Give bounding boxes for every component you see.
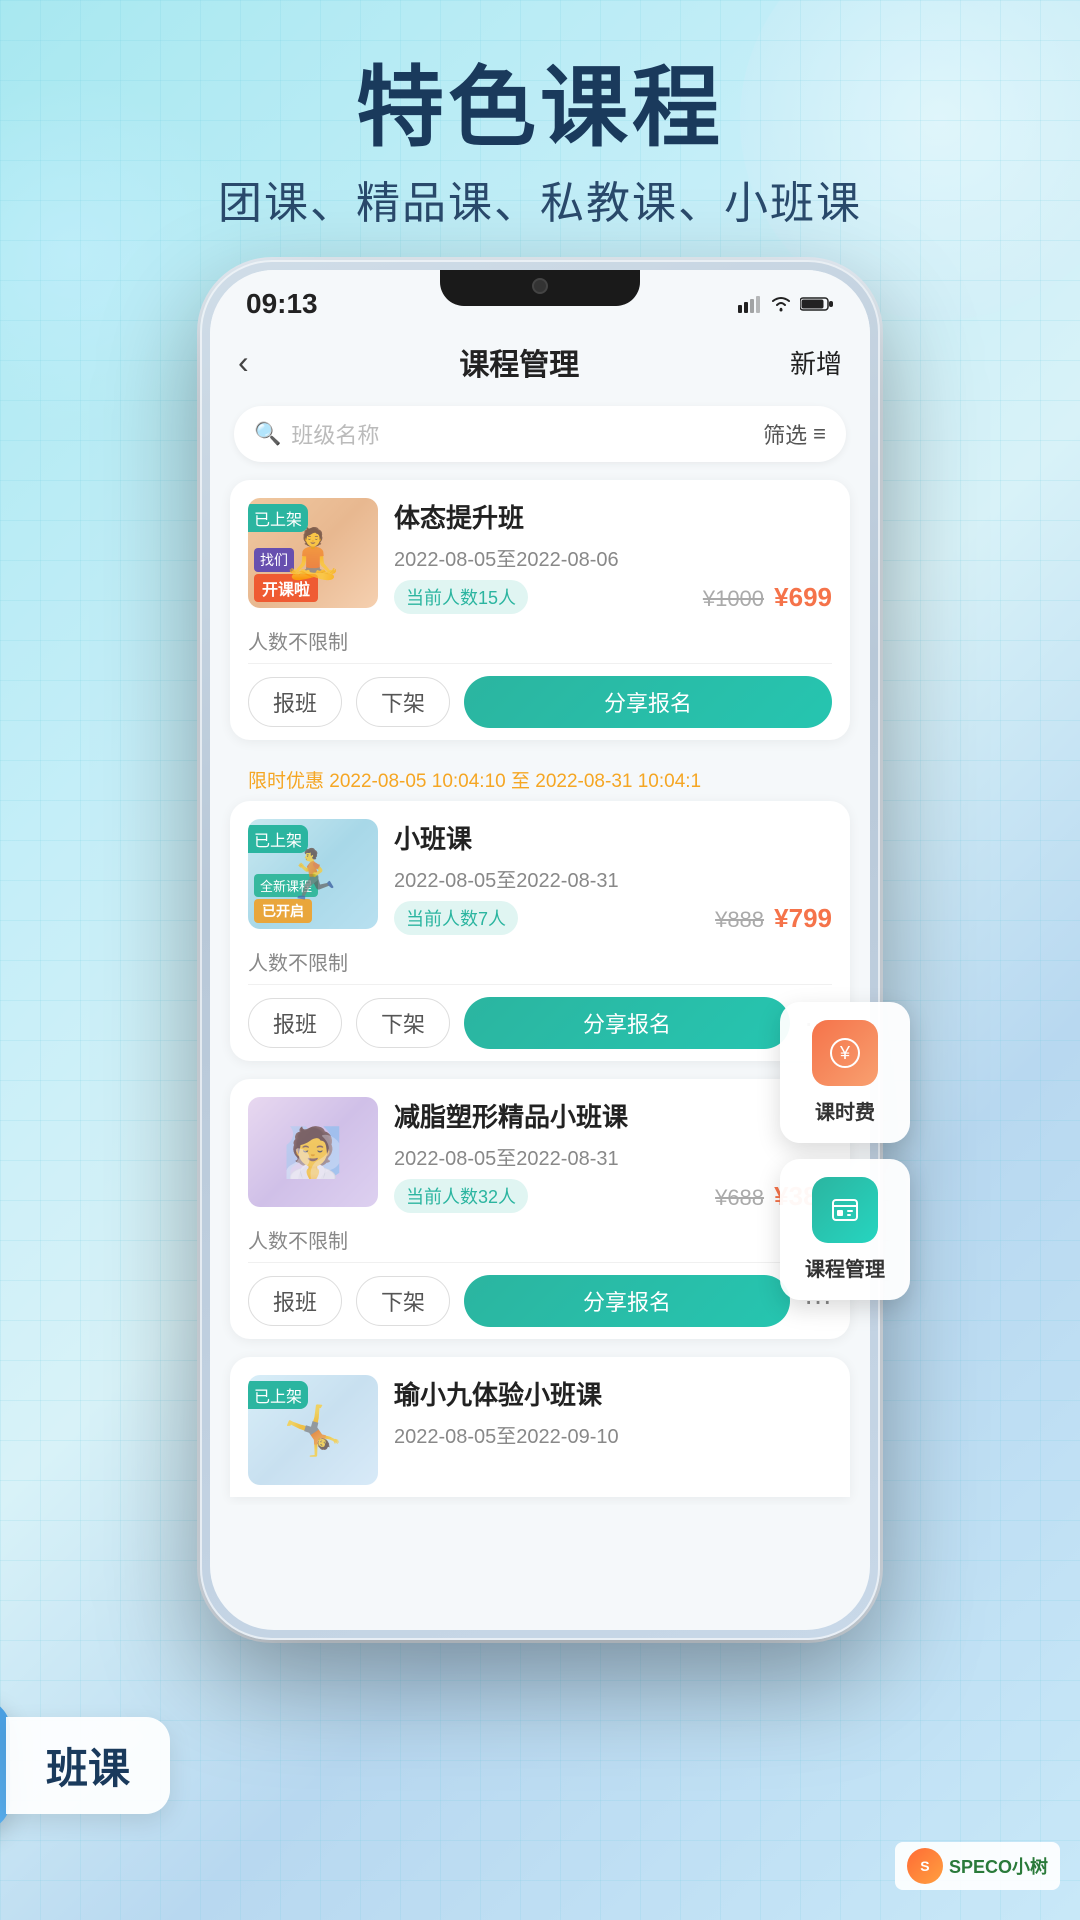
share-btn-3[interactable]: 分享报名	[464, 1275, 790, 1327]
price-old-3: ¥688	[715, 1185, 764, 1210]
course-info-2: 小班课 2022-08-05至2022-08-31 当前人数7人 ¥888 ¥7…	[394, 819, 832, 935]
course-info-1: 体态提升班 2022-08-05至2022-08-06 当前人数15人 ¥100…	[394, 498, 832, 614]
course-date-3: 2022-08-05至2022-08-31	[394, 1142, 832, 1171]
main-title: 特色课程	[0, 60, 1080, 157]
course-card-3: 🧖 减脂塑形精品小班课 2022-08-05至2022-08-31 当前人数32…	[230, 1079, 850, 1339]
battery-icon	[800, 295, 834, 313]
class-fee-icon: ¥	[812, 1020, 878, 1086]
course-card-4: 🤸 已上架 瑜小九体验小班课 2022-08-05至2022-09-10	[230, 1357, 850, 1497]
new-badge2: 已开启	[254, 899, 312, 923]
signal-icon	[738, 295, 762, 313]
main-subtitle: 团课、精品课、私教课、小班课	[0, 167, 1080, 231]
front-camera	[532, 278, 548, 294]
phone-mockup: 09:13	[200, 260, 880, 1640]
class-fee-card[interactable]: ¥ 课时费	[780, 1002, 910, 1143]
course-list: 找们 开课啦 🧘 已上架 体态提升班 2022-08-05至2022-08-06	[210, 472, 870, 1505]
people-limit-3: 人数不限制	[230, 1225, 850, 1262]
course-actions-2: 报班 下架 分享报名 ···	[230, 985, 850, 1061]
price-1: ¥1000 ¥699	[703, 582, 832, 613]
course-name-2: 小班课	[394, 819, 832, 856]
float-label: 班课	[6, 1717, 170, 1814]
price-new-2: ¥799	[774, 903, 832, 933]
course-card-1: 找们 开课啦 🧘 已上架 体态提升班 2022-08-05至2022-08-06	[230, 480, 850, 740]
count-badge-1: 当前人数15人	[394, 580, 528, 614]
course-actions-3: 报班 下架 分享报名 ···	[230, 1263, 850, 1339]
figure-icon: 🧘	[283, 525, 343, 582]
wifi-icon	[770, 295, 792, 313]
price-2: ¥888 ¥799	[715, 903, 832, 934]
status-icons	[738, 295, 834, 313]
share-btn-2[interactable]: 分享报名	[464, 997, 790, 1049]
course-info-3: 减脂塑形精品小班课 2022-08-05至2022-08-31 当前人数32人 …	[394, 1097, 832, 1213]
course-image-1: 找们 开课啦 🧘 已上架	[248, 498, 378, 608]
course-image-2: 全新课程 已开启 🏃 已上架	[248, 819, 378, 929]
course-name-3: 减脂塑形精品小班课	[394, 1097, 832, 1134]
course-manage-label: 课程管理	[790, 1253, 900, 1282]
figure-icon-3: 🧖	[283, 1124, 343, 1181]
shelve-btn-1[interactable]: 下架	[356, 677, 450, 727]
search-input[interactable]: 班级名称	[291, 418, 763, 450]
status-badge-2: 已上架	[248, 825, 308, 853]
figure-icon-4: 🤸	[283, 1402, 343, 1459]
people-limit-2: 人数不限制	[230, 947, 850, 984]
register-btn-3[interactable]: 报班	[248, 1276, 342, 1326]
search-icon: 🔍	[254, 421, 281, 447]
course-card-2: 全新课程 已开启 🏃 已上架 小班课 2022-08-05至2022-08-31	[230, 801, 850, 1061]
filter-button[interactable]: 筛选 ≡	[763, 418, 826, 450]
shelve-btn-2[interactable]: 下架	[356, 998, 450, 1048]
price-old-1: ¥1000	[703, 586, 764, 611]
bottom-float: 班课	[0, 1700, 170, 1830]
add-button[interactable]: 新增	[790, 344, 842, 381]
count-badge-2: 当前人数7人	[394, 901, 518, 935]
overlay-cards: ¥ 课时费 课程管理	[780, 1002, 910, 1300]
course-image-4: 🤸 已上架	[248, 1375, 378, 1485]
status-badge-4: 已上架	[248, 1381, 308, 1409]
share-btn-1[interactable]: 分享报名	[464, 676, 832, 728]
price-new-1: ¥699	[774, 582, 832, 612]
speco-logo: S SPECO小树	[895, 1842, 1060, 1890]
course-date-2: 2022-08-05至2022-08-31	[394, 864, 832, 893]
phone-frame: 09:13	[200, 260, 880, 1640]
people-limit-1: 人数不限制	[230, 626, 850, 663]
phone-notch	[440, 270, 640, 306]
page-title: 课程管理	[459, 340, 579, 384]
phone-inner: 09:13	[210, 270, 870, 1630]
course-info-4: 瑜小九体验小班课 2022-08-05至2022-09-10	[394, 1375, 832, 1485]
filter-icon: ≡	[813, 421, 826, 447]
promo-banner-2: 限时优惠 2022-08-05 10:04:10 至 2022-08-31 10…	[230, 758, 850, 801]
app-navbar: ‹ 课程管理 新增	[210, 328, 870, 396]
filter-label: 筛选	[763, 418, 807, 450]
header-section: 特色课程 团课、精品课、私教课、小班课	[0, 60, 1080, 231]
shelve-btn-3[interactable]: 下架	[356, 1276, 450, 1326]
figure-icon-2: 🏃	[283, 846, 343, 903]
back-button[interactable]: ‹	[238, 344, 249, 381]
class-fee-label: 课时费	[790, 1096, 900, 1125]
search-bar[interactable]: 🔍 班级名称 筛选 ≡	[234, 406, 846, 462]
register-btn-2[interactable]: 报班	[248, 998, 342, 1048]
logo-text: SPECO小树	[949, 1853, 1048, 1879]
course-manage-icon	[812, 1177, 878, 1243]
course-image-3: 🧖	[248, 1097, 378, 1207]
status-time: 09:13	[246, 288, 318, 320]
course-manage-card[interactable]: 课程管理	[780, 1159, 910, 1300]
count-badge-3: 当前人数32人	[394, 1179, 528, 1213]
price-old-2: ¥888	[715, 907, 764, 932]
course-date-4: 2022-08-05至2022-09-10	[394, 1420, 832, 1449]
course-name-4: 瑜小九体验小班课	[394, 1375, 832, 1412]
course-actions-1: 报班 下架 分享报名	[230, 664, 850, 740]
svg-text:¥: ¥	[839, 1043, 851, 1063]
course-name-1: 体态提升班	[394, 498, 832, 535]
course-date-1: 2022-08-05至2022-08-06	[394, 543, 832, 572]
register-btn-1[interactable]: 报班	[248, 677, 342, 727]
status-badge-1: 已上架	[248, 504, 308, 532]
logo-icon: S	[907, 1848, 943, 1884]
